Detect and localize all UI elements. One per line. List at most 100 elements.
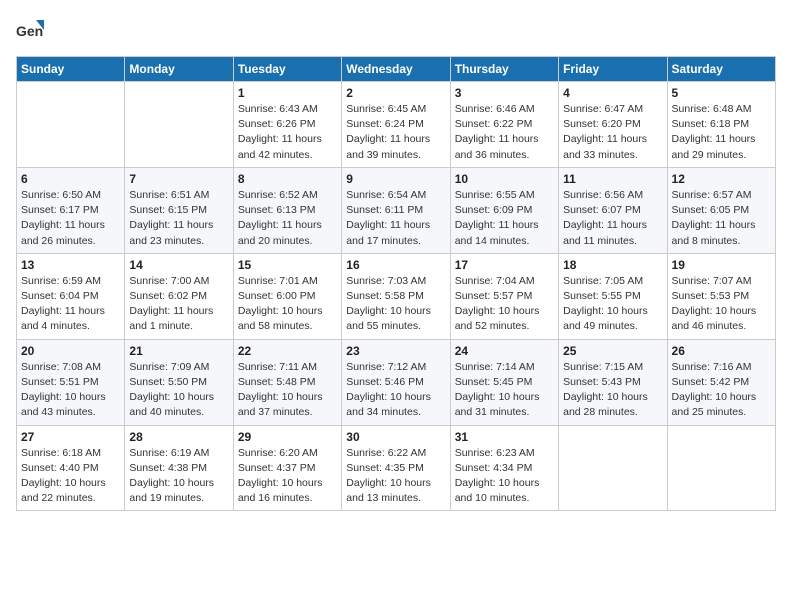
- calendar-cell: 16Sunrise: 7:03 AM Sunset: 5:58 PM Dayli…: [342, 253, 450, 339]
- day-detail: Sunrise: 6:56 AM Sunset: 6:07 PM Dayligh…: [563, 188, 662, 249]
- calendar-cell: 21 Sunrise: 7:09 AM Sunset: 5:50 PM Dayli…: [125, 339, 233, 425]
- day-detail: Sunrise: 7:04 AM Sunset: 5:57 PM Dayligh…: [455, 274, 554, 335]
- calendar-cell: 22 Sunrise: 7:11 AM Sunset: 5:48 PM Dayli…: [233, 339, 341, 425]
- calendar-cell: 7 Sunrise: 6:51 AM Sunset: 6:15 PM Daylig…: [125, 167, 233, 253]
- calendar-cell: [667, 425, 775, 511]
- calendar-cell: 20 Sunrise: 7:08 AM Sunset: 5:51 PM Dayli…: [17, 339, 125, 425]
- day-detail: Sunrise: 7:01 AM Sunset: 6:00 PM Dayligh…: [238, 274, 337, 335]
- day-detail: Sunrise: 7:12 AM Sunset: 5:46 PM Dayligh…: [346, 360, 445, 421]
- calendar-cell: 10 Sunrise: 6:55 AM Sunset: 6:09 PM Dayli…: [450, 167, 558, 253]
- day-of-week-header: Wednesday: [342, 57, 450, 82]
- day-detail: Sunrise: 7:00 AM Sunset: 6:02 PM Dayligh…: [129, 274, 228, 335]
- day-number: 7: [129, 172, 228, 186]
- calendar-cell: 5 Sunrise: 6:48 AM Sunset: 6:18 PM Daylig…: [667, 82, 775, 168]
- day-number: 11: [563, 172, 662, 186]
- calendar-cell: 27 Sunrise: 6:18 AM Sunset: 4:40 PM Dayli…: [17, 425, 125, 511]
- calendar-cell: 18 Sunrise: 7:05 AM Sunset: 5:55 PM Dayli…: [559, 253, 667, 339]
- day-detail: Sunrise: 7:09 AM Sunset: 5:50 PM Dayligh…: [129, 360, 228, 421]
- day-number: 18: [563, 258, 662, 272]
- day-detail: Sunrise: 7:08 AM Sunset: 5:51 PM Dayligh…: [21, 360, 120, 421]
- day-detail: Sunrise: 6:57 AM Sunset: 6:05 PM Dayligh…: [672, 188, 771, 249]
- calendar-cell: [125, 82, 233, 168]
- calendar-cell: 9 Sunrise: 6:54 AM Sunset: 6:11 PM Daylig…: [342, 167, 450, 253]
- day-number: 4: [563, 86, 662, 100]
- day-detail: Sunrise: 7:11 AM Sunset: 5:48 PM Dayligh…: [238, 360, 337, 421]
- calendar-cell: 25Sunrise: 7:15 AM Sunset: 5:43 PM Dayli…: [559, 339, 667, 425]
- day-detail: Sunrise: 6:45 AM Sunset: 6:24 PM Dayligh…: [346, 102, 445, 163]
- day-of-week-header: Monday: [125, 57, 233, 82]
- calendar-table: SundayMondayTuesdayWednesdayThursdayFrid…: [16, 56, 776, 511]
- day-detail: Sunrise: 6:20 AM Sunset: 4:37 PM Dayligh…: [238, 446, 337, 507]
- day-detail: Sunrise: 6:50 AM Sunset: 6:17 PM Dayligh…: [21, 188, 120, 249]
- day-number: 27: [21, 430, 120, 444]
- calendar-cell: 13 Sunrise: 6:59 AM Sunset: 6:04 PM Dayli…: [17, 253, 125, 339]
- day-number: 14: [129, 258, 228, 272]
- day-number: 30: [346, 430, 445, 444]
- day-number: 10: [455, 172, 554, 186]
- day-of-week-header: Saturday: [667, 57, 775, 82]
- day-detail: Sunrise: 6:48 AM Sunset: 6:18 PM Dayligh…: [672, 102, 771, 163]
- day-number: 29: [238, 430, 337, 444]
- day-number: 1: [238, 86, 337, 100]
- day-detail: Sunrise: 6:51 AM Sunset: 6:15 PM Dayligh…: [129, 188, 228, 249]
- day-number: 26: [672, 344, 771, 358]
- svg-text:Gen: Gen: [16, 23, 43, 39]
- day-number: 13: [21, 258, 120, 272]
- calendar-cell: 1 Sunrise: 6:43 AM Sunset: 6:26 PM Daylig…: [233, 82, 341, 168]
- calendar-cell: [559, 425, 667, 511]
- logo-icon: Gen: [16, 16, 44, 44]
- day-number: 21: [129, 344, 228, 358]
- calendar-cell: 19 Sunrise: 7:07 AM Sunset: 5:53 PM Dayli…: [667, 253, 775, 339]
- day-detail: Sunrise: 6:59 AM Sunset: 6:04 PM Dayligh…: [21, 274, 120, 335]
- day-of-week-header: Thursday: [450, 57, 558, 82]
- day-detail: Sunrise: 6:54 AM Sunset: 6:11 PM Dayligh…: [346, 188, 445, 249]
- day-number: 8: [238, 172, 337, 186]
- calendar-cell: 12 Sunrise: 6:57 AM Sunset: 6:05 PM Dayli…: [667, 167, 775, 253]
- day-detail: Sunrise: 7:07 AM Sunset: 5:53 PM Dayligh…: [672, 274, 771, 335]
- day-detail: Sunrise: 7:03 AM Sunset: 5:58 PM Dayligh…: [346, 274, 445, 335]
- page-header: Gen: [16, 16, 776, 44]
- day-number: 15: [238, 258, 337, 272]
- day-detail: Sunrise: 6:52 AM Sunset: 6:13 PM Dayligh…: [238, 188, 337, 249]
- calendar-cell: 29 Sunrise: 6:20 AM Sunset: 4:37 PM Dayli…: [233, 425, 341, 511]
- day-number: 9: [346, 172, 445, 186]
- day-number: 24: [455, 344, 554, 358]
- day-number: 22: [238, 344, 337, 358]
- day-detail: Sunrise: 6:43 AM Sunset: 6:26 PM Dayligh…: [238, 102, 337, 163]
- day-detail: Sunrise: 6:47 AM Sunset: 6:20 PM Dayligh…: [563, 102, 662, 163]
- calendar-cell: 24 Sunrise: 7:14 AM Sunset: 5:45 PM Dayli…: [450, 339, 558, 425]
- day-detail: Sunrise: 6:19 AM Sunset: 4:38 PM Dayligh…: [129, 446, 228, 507]
- calendar-cell: 11 Sunrise: 6:56 AM Sunset: 6:07 PM Dayli…: [559, 167, 667, 253]
- day-number: 23: [346, 344, 445, 358]
- calendar-cell: [17, 82, 125, 168]
- day-number: 5: [672, 86, 771, 100]
- calendar-cell: 14 Sunrise: 7:00 AM Sunset: 6:02 PM Dayli…: [125, 253, 233, 339]
- day-number: 6: [21, 172, 120, 186]
- day-number: 28: [129, 430, 228, 444]
- day-number: 12: [672, 172, 771, 186]
- day-detail: Sunrise: 6:22 AM Sunset: 4:35 PM Dayligh…: [346, 446, 445, 507]
- day-detail: Sunrise: 6:23 AM Sunset: 4:34 PM Dayligh…: [455, 446, 554, 507]
- calendar-cell: 15 Sunrise: 7:01 AM Sunset: 6:00 PM Dayli…: [233, 253, 341, 339]
- calendar-cell: 17Sunrise: 7:04 AM Sunset: 5:57 PM Dayli…: [450, 253, 558, 339]
- day-number: 20: [21, 344, 120, 358]
- day-detail: Sunrise: 6:18 AM Sunset: 4:40 PM Dayligh…: [21, 446, 120, 507]
- calendar-cell: 3Sunrise: 6:46 AM Sunset: 6:22 PM Daylig…: [450, 82, 558, 168]
- day-number: 19: [672, 258, 771, 272]
- day-of-week-header: Tuesday: [233, 57, 341, 82]
- calendar-cell: 26 Sunrise: 7:16 AM Sunset: 5:42 PM Dayli…: [667, 339, 775, 425]
- calendar-cell: 30 Sunrise: 6:22 AM Sunset: 4:35 PM Dayli…: [342, 425, 450, 511]
- calendar-cell: 28 Sunrise: 6:19 AM Sunset: 4:38 PM Dayli…: [125, 425, 233, 511]
- calendar-cell: 2Sunrise: 6:45 AM Sunset: 6:24 PM Daylig…: [342, 82, 450, 168]
- logo: Gen: [16, 16, 48, 44]
- day-detail: Sunrise: 7:15 AM Sunset: 5:43 PM Dayligh…: [563, 360, 662, 421]
- calendar-cell: 4 Sunrise: 6:47 AM Sunset: 6:20 PM Daylig…: [559, 82, 667, 168]
- day-of-week-header: Friday: [559, 57, 667, 82]
- day-detail: Sunrise: 7:16 AM Sunset: 5:42 PM Dayligh…: [672, 360, 771, 421]
- day-detail: Sunrise: 6:46 AM Sunset: 6:22 PM Dayligh…: [455, 102, 554, 163]
- calendar-cell: 6 Sunrise: 6:50 AM Sunset: 6:17 PM Daylig…: [17, 167, 125, 253]
- day-detail: Sunrise: 7:14 AM Sunset: 5:45 PM Dayligh…: [455, 360, 554, 421]
- day-detail: Sunrise: 7:05 AM Sunset: 5:55 PM Dayligh…: [563, 274, 662, 335]
- day-of-week-header: Sunday: [17, 57, 125, 82]
- day-detail: Sunrise: 6:55 AM Sunset: 6:09 PM Dayligh…: [455, 188, 554, 249]
